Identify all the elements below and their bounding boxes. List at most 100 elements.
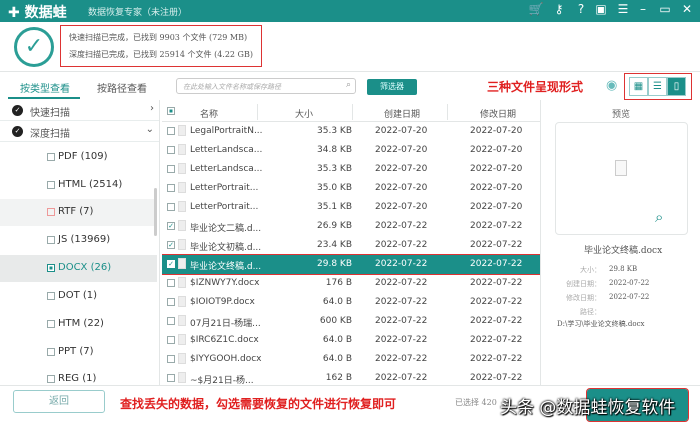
modified-date: 2022-07-20: [470, 126, 523, 136]
file-name: ~$月21日-杨...: [190, 376, 254, 385]
file-name: 毕业论文初稿.d...: [190, 243, 262, 253]
label: PDF (109): [58, 151, 108, 162]
table-row[interactable]: LetterPortrait... 35.1 KB 2022-07-20 2022-0…: [162, 198, 540, 217]
header-created[interactable]: 创建日期: [384, 107, 420, 120]
table-row[interactable]: LetterLandsca... 34.8 KB 2022-07-20 2022-07…: [162, 141, 540, 160]
zoom-icon[interactable]: ⌕: [655, 208, 663, 226]
file-icon: [178, 220, 186, 231]
tab-by-type[interactable]: 按类型查看: [20, 80, 70, 95]
sidebar-type-docx[interactable]: DOCX (26): [0, 255, 157, 282]
header-name[interactable]: 名称: [200, 107, 218, 120]
preview-filename: 毕业论文终稿.docx: [584, 246, 663, 256]
table-row[interactable]: LetterPortrait... 35.0 KB 2022-07-20 2022-0…: [162, 179, 540, 198]
row-checkbox[interactable]: [167, 279, 175, 287]
header-size[interactable]: 大小: [295, 107, 313, 120]
row-checkbox[interactable]: [167, 336, 175, 344]
file-size: 35.3 KB: [317, 126, 352, 136]
search-input[interactable]: 在此处输入文件名称或保存路径 ⌕: [176, 78, 356, 94]
list-view-icon[interactable]: ☰: [648, 77, 667, 96]
table-row[interactable]: $IYYGOOH.docx 64.0 B 2022-07-22 2022-07-22: [162, 350, 540, 369]
created-date: 2022-07-22: [375, 354, 428, 364]
eye-icon[interactable]: ◉: [606, 78, 617, 93]
checkbox[interactable]: [47, 375, 55, 383]
row-checkbox[interactable]: ✓: [167, 222, 175, 230]
sidebar-type-js[interactable]: JS (13969): [0, 227, 157, 254]
file-name: LetterPortrait...: [190, 202, 259, 212]
close-icon[interactable]: ✕: [678, 2, 696, 16]
table-row[interactable]: $IZNWY7Y.docx 176 B 2022-07-22 2022-07-22: [162, 274, 540, 293]
created-date: 2022-07-20: [375, 145, 428, 155]
table-row[interactable]: ✓ 毕业论文终稿.d... 29.8 KB 2022-07-22 2022-07-22: [162, 254, 540, 275]
save-icon[interactable]: ▣: [592, 2, 610, 16]
sidebar-type-pdf[interactable]: PDF (109): [0, 144, 157, 171]
back-button[interactable]: 返回: [13, 390, 105, 413]
sidebar-scrollbar[interactable]: [154, 188, 157, 236]
file-icon: [178, 296, 186, 307]
table-row[interactable]: ~$月21日-杨... 162 B 2022-07-22 2022-07-22: [162, 369, 540, 385]
row-checkbox[interactable]: [167, 317, 175, 325]
row-checkbox[interactable]: [167, 127, 175, 135]
checkbox[interactable]: [47, 153, 55, 161]
preview-view-icon[interactable]: ▯: [667, 77, 686, 96]
table-row[interactable]: ✓ 毕业论文二稿.d... 26.9 KB 2022-07-22 2022-07-22: [162, 217, 540, 236]
file-name: 07月21日-杨瑞...: [190, 319, 261, 329]
sidebar-type-dot[interactable]: DOT (1): [0, 283, 157, 310]
checkbox[interactable]: [47, 348, 55, 356]
table-row[interactable]: LegalPortraitN... 35.3 KB 2022-07-20 2022-0…: [162, 122, 540, 141]
chevron-right-icon: ›: [150, 103, 154, 114]
checkbox[interactable]: [47, 320, 55, 328]
app-title: 数据恢复专家（未注册）: [88, 8, 188, 18]
cart-icon[interactable]: 🛒: [527, 2, 545, 16]
file-icon: [178, 372, 186, 383]
row-checkbox[interactable]: [167, 298, 175, 306]
sidebar-type-htm[interactable]: HTM (22): [0, 311, 157, 338]
selected-count: 已选择 420: [455, 398, 497, 407]
table-row[interactable]: 07月21日-杨瑞... 600 KB 2022-07-22 2022-07-22: [162, 312, 540, 331]
sidebar-type-reg[interactable]: REG (1): [0, 366, 157, 385]
file-icon: [178, 315, 186, 326]
header-modified[interactable]: 修改日期: [480, 107, 516, 120]
grid-view-icon[interactable]: ▦: [629, 77, 648, 96]
sidebar-type-rtf[interactable]: RTF (7): [0, 199, 157, 226]
row-checkbox[interactable]: [167, 146, 175, 154]
path-label: 路径：: [580, 308, 601, 316]
table-row[interactable]: $IOIOT9P.docx 64.0 B 2022-07-22 2022-07-22: [162, 293, 540, 312]
row-checkbox[interactable]: [167, 374, 175, 382]
row-checkbox[interactable]: [167, 355, 175, 363]
row-checkbox[interactable]: ✓: [167, 260, 175, 268]
row-checkbox[interactable]: [167, 165, 175, 173]
checkbox[interactable]: [47, 264, 55, 272]
scan-summary: 快速扫描已完成，已找到 9903 个文件 (729 MB) 深度扫描已完成，已找…: [60, 25, 262, 67]
checkbox[interactable]: [47, 181, 55, 189]
sidebar-type-html[interactable]: HTML (2514): [0, 172, 157, 199]
search-icon[interactable]: ⌕: [346, 80, 351, 90]
table-row[interactable]: ✓ 毕业论文初稿.d... 23.4 KB 2022-07-22 2022-07-22: [162, 236, 540, 255]
filter-button[interactable]: 筛选器: [367, 79, 417, 95]
sidebar-type-ppt[interactable]: PPT (7): [0, 339, 157, 366]
select-all-checkbox[interactable]: [167, 107, 175, 115]
help-icon[interactable]: ?: [572, 2, 590, 16]
modified-date: 2022-07-22: [470, 240, 523, 250]
checkbox[interactable]: [47, 292, 55, 300]
checkbox[interactable]: [47, 236, 55, 244]
menu-icon[interactable]: ☰: [614, 2, 632, 16]
sidebar-deep-scan[interactable]: ✓ 深度扫描 ⌄: [0, 121, 159, 142]
file-icon: [178, 144, 186, 155]
maximize-icon[interactable]: ▭: [656, 2, 674, 16]
label: DOT (1): [58, 290, 98, 301]
key-icon[interactable]: ⚷: [550, 2, 568, 16]
sidebar-quick-scan[interactable]: ✓ 快速扫描 ›: [0, 100, 159, 121]
tab-by-path[interactable]: 按路径查看: [97, 80, 147, 95]
row-checkbox[interactable]: ✓: [167, 241, 175, 249]
file-icon: [178, 334, 186, 345]
path-value: D:\学习\毕业论文终稿.docx: [557, 320, 645, 328]
divider: [447, 104, 448, 120]
file-size: 600 KB: [319, 316, 352, 326]
file-size: 23.4 KB: [317, 240, 352, 250]
table-row[interactable]: $IRC6Z1C.docx 64.0 B 2022-07-22 2022-07-22: [162, 331, 540, 350]
table-row[interactable]: LetterLandsca... 35.3 KB 2022-07-20 2022-07…: [162, 160, 540, 179]
row-checkbox[interactable]: [167, 184, 175, 192]
checkbox[interactable]: [47, 208, 55, 216]
minimize-icon[interactable]: –: [634, 2, 652, 16]
row-checkbox[interactable]: [167, 203, 175, 211]
